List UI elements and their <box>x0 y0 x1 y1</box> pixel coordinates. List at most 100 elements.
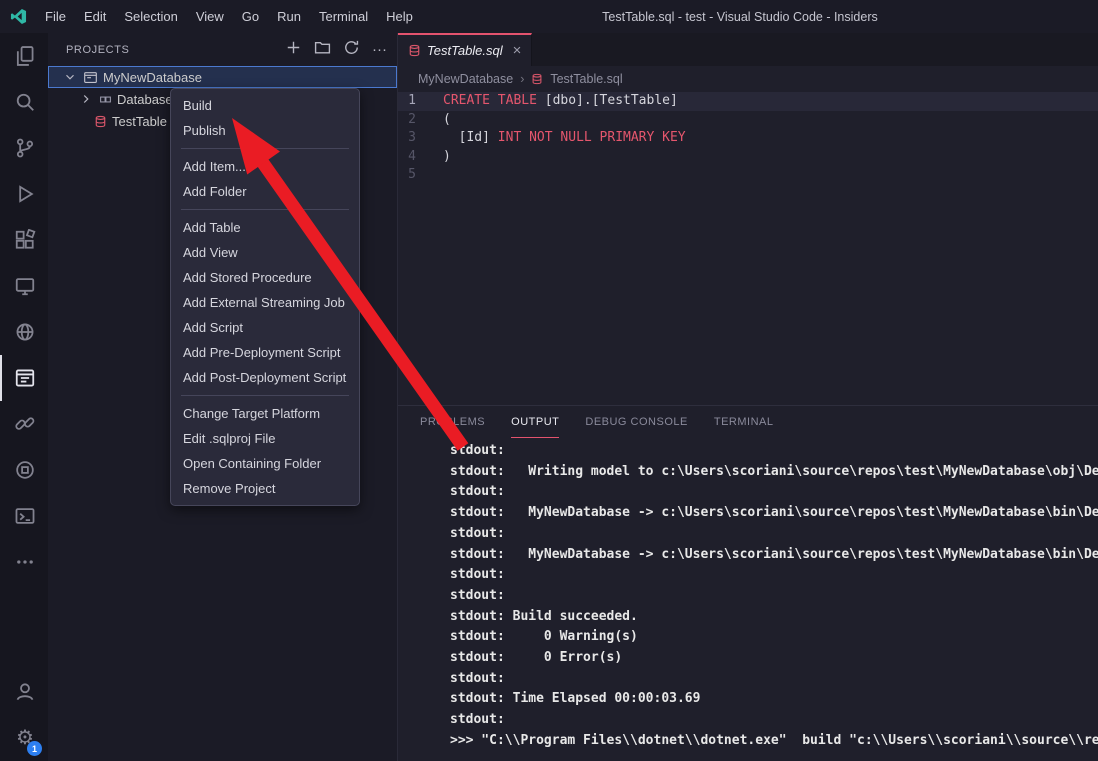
context-menu-item-add-item[interactable]: Add Item... <box>171 154 359 179</box>
output-line: stdout: <box>450 669 1098 690</box>
vscode-window: File Edit Selection View Go Run Terminal… <box>0 0 1098 761</box>
settings-gear-icon[interactable]: ⚙ 1 <box>0 715 48 761</box>
output-line: stdout: 0 Warning(s) <box>450 627 1098 648</box>
context-menu-item-build[interactable]: Build <box>171 93 359 118</box>
open-folder-icon[interactable] <box>314 39 331 61</box>
context-menu-item-add-stored-procedure[interactable]: Add Stored Procedure <box>171 265 359 290</box>
chevron-right-icon[interactable] <box>78 92 94 106</box>
output-line: stdout: Time Elapsed 00:00:03.69 <box>450 689 1098 710</box>
database-projects-icon[interactable] <box>0 355 48 401</box>
menu-go[interactable]: Go <box>233 0 268 33</box>
tab-bar: TestTable.sql × <box>398 33 1098 66</box>
menu-terminal[interactable]: Terminal <box>310 0 377 33</box>
output-line: stdout: <box>450 482 1098 503</box>
console-icon[interactable] <box>0 493 48 539</box>
package-icon[interactable] <box>0 447 48 493</box>
account-icon[interactable] <box>0 669 48 715</box>
menu-view[interactable]: View <box>187 0 233 33</box>
code-line: 1CREATE TABLE [dbo].[TestTable] <box>398 92 1098 111</box>
window-title: TestTable.sql - test - Visual Studio Cod… <box>422 10 1058 24</box>
context-menu-item-add-post-deployment-script[interactable]: Add Post-Deployment Script <box>171 365 359 390</box>
menu-file[interactable]: File <box>36 0 75 33</box>
panel-tab-bar: PROBLEMS OUTPUT DEBUG CONSOLE TERMINAL <box>398 406 1098 438</box>
run-debug-icon[interactable] <box>0 171 48 217</box>
breadcrumb-file[interactable]: TestTable.sql <box>550 72 622 86</box>
context-menu-item-open-containing-folder[interactable]: Open Containing Folder <box>171 451 359 476</box>
close-tab-icon[interactable]: × <box>513 42 522 59</box>
project-context-menu: Build Publish Add Item... Add Folder Add… <box>170 88 360 506</box>
output-line: stdout: <box>450 710 1098 731</box>
add-project-icon[interactable] <box>285 39 302 61</box>
context-menu-item-add-pre-deployment-script[interactable]: Add Pre-Deployment Script <box>171 340 359 365</box>
code-line: 3 [Id] INT NOT NULL PRIMARY KEY <box>398 129 1098 148</box>
context-menu-item-publish[interactable]: Publish <box>171 118 359 143</box>
remote-explorer-icon[interactable] <box>0 263 48 309</box>
breadcrumb-separator: › <box>520 72 524 86</box>
menu-help[interactable]: Help <box>377 0 422 33</box>
tree-item-label: Database <box>117 92 173 107</box>
tab-output[interactable]: OUTPUT <box>511 406 559 438</box>
menu-selection[interactable]: Selection <box>115 0 186 33</box>
code-line: 5 <box>398 166 1098 185</box>
refresh-icon[interactable] <box>343 39 360 61</box>
line-number: 1 <box>398 92 443 111</box>
context-menu-item-change-target-platform[interactable]: Change Target Platform <box>171 401 359 426</box>
source-control-icon[interactable] <box>0 125 48 171</box>
code-line: 4) <box>398 148 1098 167</box>
context-menu-item-remove-project[interactable]: Remove Project <box>171 476 359 501</box>
output-line: stdout: MyNewDatabase -> c:\Users\scoria… <box>450 503 1098 524</box>
output-line: stdout: MyNewDatabase -> c:\Users\scoria… <box>450 545 1098 566</box>
chevron-down-icon[interactable] <box>62 70 78 84</box>
breadcrumb-project[interactable]: MyNewDatabase <box>418 72 513 86</box>
database-references-icon <box>99 93 112 106</box>
more-actions-icon[interactable]: ··· <box>372 42 387 57</box>
bottom-panel: PROBLEMS OUTPUT DEBUG CONSOLE TERMINAL s… <box>398 405 1098 761</box>
context-menu-item-add-script[interactable]: Add Script <box>171 315 359 340</box>
menu-separator <box>181 395 349 396</box>
activity-bar: ⚙ 1 <box>0 33 48 761</box>
output-view[interactable]: stdout: stdout: Writing model to c:\User… <box>398 438 1098 761</box>
output-line: stdout: Build succeeded. <box>450 607 1098 628</box>
tab-terminal[interactable]: TERMINAL <box>714 406 774 438</box>
extensions-icon[interactable] <box>0 217 48 263</box>
search-icon[interactable] <box>0 79 48 125</box>
table-file-icon <box>94 115 107 128</box>
azure-globe-icon[interactable] <box>0 309 48 355</box>
menu-run[interactable]: Run <box>268 0 310 33</box>
more-views-icon[interactable] <box>0 539 48 585</box>
vscode-insiders-logo-icon <box>0 8 36 25</box>
context-menu-item-add-view[interactable]: Add View <box>171 240 359 265</box>
tab-debug-console[interactable]: DEBUG CONSOLE <box>585 406 687 438</box>
tree-item-project-root[interactable]: MyNewDatabase <box>48 66 397 88</box>
sql-file-icon <box>408 44 421 57</box>
menubar: File Edit Selection View Go Run Terminal… <box>36 0 422 33</box>
context-menu-item-add-table[interactable]: Add Table <box>171 215 359 240</box>
tree-item-label: TestTable <box>112 114 167 129</box>
explorer-icon[interactable] <box>0 33 48 79</box>
line-number: 5 <box>398 166 443 185</box>
menu-separator <box>181 148 349 149</box>
breadcrumb: MyNewDatabase › TestTable.sql <box>398 66 1098 92</box>
tab-testtable-sql[interactable]: TestTable.sql × <box>398 33 532 66</box>
code-line: 2( <box>398 111 1098 130</box>
tab-problems[interactable]: PROBLEMS <box>420 406 485 438</box>
sidebar-header: PROJECTS ··· <box>48 33 397 66</box>
line-number: 3 <box>398 129 443 148</box>
tab-label: TestTable.sql <box>427 43 503 58</box>
settings-badge: 1 <box>27 741 42 756</box>
connections-icon[interactable] <box>0 401 48 447</box>
output-line: stdout: <box>450 586 1098 607</box>
output-line: stdout: <box>450 441 1098 462</box>
context-menu-item-add-external-streaming-job[interactable]: Add External Streaming Job <box>171 290 359 315</box>
code-editor[interactable]: 1CREATE TABLE [dbo].[TestTable] 2( 3 [Id… <box>398 92 1098 405</box>
context-menu-item-edit-sqlproj-file[interactable]: Edit .sqlproj File <box>171 426 359 451</box>
output-line: stdout: <box>450 524 1098 545</box>
titlebar: File Edit Selection View Go Run Terminal… <box>0 0 1098 33</box>
output-line: stdout: 0 Error(s) <box>450 648 1098 669</box>
context-menu-item-add-folder[interactable]: Add Folder <box>171 179 359 204</box>
line-number: 2 <box>398 111 443 130</box>
output-line: stdout: <box>450 565 1098 586</box>
project-icon <box>83 70 98 85</box>
sidebar-title: PROJECTS <box>66 44 285 56</box>
menu-edit[interactable]: Edit <box>75 0 115 33</box>
